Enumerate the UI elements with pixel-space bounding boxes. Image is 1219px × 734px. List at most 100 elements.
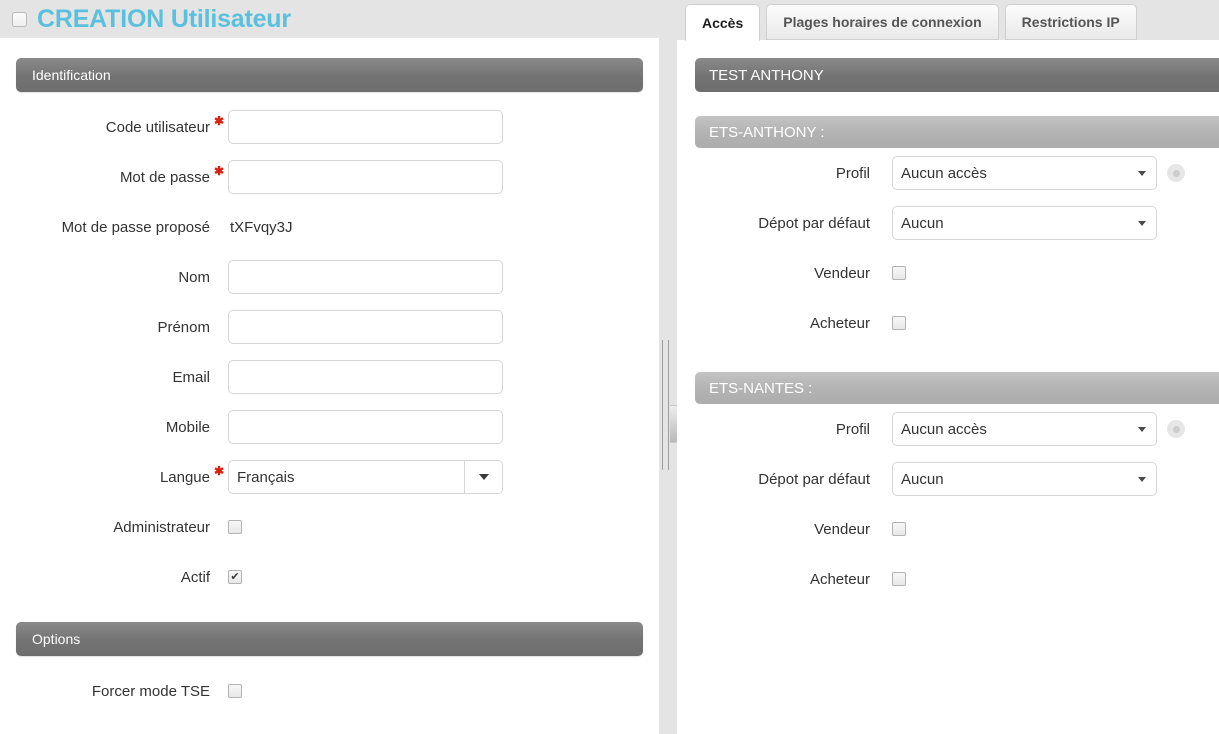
options-fields: Forcer mode TSE — [0, 656, 659, 716]
field-row-email: Email — [0, 352, 659, 402]
label-prenom: Prénom — [157, 318, 210, 336]
required-marker-langue: ✱ — [213, 464, 225, 478]
establishment-fields-0: Profil Aucun accès Dépot par défaut Aucu… — [677, 148, 1219, 348]
label-code-utilisateur: Code utilisateur — [105, 118, 210, 136]
label-acheteur-0: Acheteur — [809, 314, 870, 332]
field-row-mot-de-passe: Mot de passe ✱ — [0, 152, 659, 202]
chevron-down-icon — [1138, 170, 1146, 176]
acheteur-checkbox-1[interactable] — [892, 572, 906, 586]
section-header-identification-label: Identification — [32, 67, 111, 83]
field-row-acheteur-1: Acheteur — [677, 554, 1219, 604]
eye-icon[interactable] — [1167, 164, 1185, 182]
depot-select-0[interactable]: Aucun — [892, 206, 1157, 240]
field-row-nom: Nom — [0, 252, 659, 302]
user-header-label: TEST ANTHONY — [709, 66, 824, 84]
tab-acces[interactable]: Accès — [685, 4, 761, 41]
depot-select-1[interactable]: Aucun — [892, 462, 1157, 496]
tab-plages-horaires[interactable]: Plages horaires de connexion — [766, 4, 999, 40]
eye-icon[interactable] — [1167, 420, 1185, 438]
required-marker-mot-de-passe: ✱ — [213, 164, 225, 178]
profil-select-1-value: Aucun accès — [901, 420, 987, 438]
tab-restrictions-ip-label: Restrictions IP — [1021, 14, 1120, 30]
field-row-forcer-mode-tse: Forcer mode TSE — [0, 666, 659, 716]
establishment-header-0-label: ETS-ANTHONY : — [709, 123, 825, 141]
label-email: Email — [172, 368, 210, 386]
email-input[interactable] — [228, 360, 503, 394]
label-mot-de-passe-propose: Mot de passe proposé — [61, 218, 210, 236]
administrateur-checkbox[interactable] — [228, 520, 242, 534]
field-row-langue: Langue ✱ Français — [0, 452, 659, 502]
label-forcer-mode-tse: Forcer mode TSE — [91, 682, 210, 700]
field-row-actif: Actif — [0, 552, 659, 602]
vendeur-checkbox-0[interactable] — [892, 266, 906, 280]
field-row-profil-1: Profil Aucun accès — [677, 404, 1219, 454]
required-marker-code-utilisateur: ✱ — [213, 114, 225, 128]
label-nom: Nom — [178, 268, 210, 286]
label-actif: Actif — [180, 568, 210, 586]
chevron-down-icon — [1138, 220, 1146, 226]
acheteur-checkbox-0[interactable] — [892, 316, 906, 330]
depot-select-1-value: Aucun — [901, 470, 944, 488]
field-row-mobile: Mobile — [0, 402, 659, 452]
tab-bar: Accès Plages horaires de connexion Restr… — [677, 0, 1219, 41]
panel-splitter[interactable] — [659, 0, 679, 734]
page-title-bar: CREATION Utilisateur — [0, 0, 659, 38]
identification-fields: Code utilisateur ✱ Mot de passe ✱ Mot de… — [0, 92, 659, 602]
mot-de-passe-input[interactable] — [228, 160, 503, 194]
section-header-options: Options — [16, 622, 643, 656]
field-row-administrateur: Administrateur — [0, 502, 659, 552]
user-creation-screen: CREATION Utilisateur Identification Code… — [0, 0, 1219, 734]
mot-de-passe-propose-value: tXFvqy3J — [230, 218, 293, 236]
right-body: TEST ANTHONY ETS-ANTHONY : Profil Aucun … — [677, 58, 1219, 734]
code-utilisateur-input[interactable] — [228, 110, 503, 144]
page-select-checkbox[interactable] — [12, 11, 27, 27]
mobile-input[interactable] — [228, 410, 503, 444]
label-vendeur-1: Vendeur — [814, 520, 870, 538]
langue-select-button[interactable] — [464, 461, 502, 493]
actif-checkbox[interactable] — [228, 570, 242, 584]
field-row-depot-1: Dépot par défaut Aucun — [677, 454, 1219, 504]
label-depot-0: Dépot par défaut — [758, 214, 870, 232]
label-depot-1: Dépot par défaut — [758, 470, 870, 488]
chevron-down-icon — [478, 474, 489, 480]
establishment-header-0: ETS-ANTHONY : — [695, 116, 1219, 148]
label-acheteur-1: Acheteur — [809, 570, 870, 588]
profil-select-0[interactable]: Aucun accès — [892, 156, 1157, 190]
field-row-vendeur-1: Vendeur — [677, 504, 1219, 554]
langue-select[interactable]: Français — [228, 460, 503, 494]
label-langue: Langue — [159, 468, 210, 486]
establishment-header-1: ETS-NANTES : — [695, 372, 1219, 404]
field-row-profil-0: Profil Aucun accès — [677, 148, 1219, 198]
field-row-acheteur-0: Acheteur — [677, 298, 1219, 348]
field-row-code-utilisateur: Code utilisateur ✱ — [0, 102, 659, 152]
tab-restrictions-ip[interactable]: Restrictions IP — [1004, 4, 1137, 40]
tab-acces-label: Accès — [702, 14, 744, 31]
label-mot-de-passe: Mot de passe — [119, 168, 210, 186]
left-body: Identification Code utilisateur ✱ Mot de… — [0, 58, 659, 734]
left-form-panel: CREATION Utilisateur Identification Code… — [0, 0, 659, 734]
prenom-input[interactable] — [228, 310, 503, 344]
label-profil-0: Profil — [835, 164, 870, 182]
splitter-grip-icon — [662, 340, 669, 470]
depot-select-0-value: Aucun — [901, 214, 944, 232]
section-header-options-label: Options — [32, 631, 81, 647]
vendeur-checkbox-1[interactable] — [892, 522, 906, 536]
field-row-mot-de-passe-propose: Mot de passe proposé tXFvqy3J — [0, 202, 659, 252]
profil-select-0-value: Aucun accès — [901, 164, 987, 182]
field-row-depot-0: Dépot par défaut Aucun — [677, 198, 1219, 248]
right-access-panel: Accès Plages horaires de connexion Restr… — [677, 0, 1219, 734]
profil-select-1[interactable]: Aucun accès — [892, 412, 1157, 446]
chevron-down-icon — [1138, 476, 1146, 482]
field-row-vendeur-0: Vendeur — [677, 248, 1219, 298]
page-title-bold: CREATION — [37, 4, 165, 33]
tab-plages-horaires-label: Plages horaires de connexion — [783, 14, 982, 30]
user-header: TEST ANTHONY — [695, 58, 1219, 92]
chevron-down-icon — [1138, 426, 1146, 432]
forcer-mode-tse-checkbox[interactable] — [228, 684, 242, 698]
page-title-rest: Utilisateur — [164, 4, 291, 33]
section-header-identification: Identification — [16, 58, 643, 92]
label-vendeur-0: Vendeur — [814, 264, 870, 282]
langue-select-value: Français — [237, 468, 295, 486]
label-profil-1: Profil — [835, 420, 870, 438]
nom-input[interactable] — [228, 260, 503, 294]
